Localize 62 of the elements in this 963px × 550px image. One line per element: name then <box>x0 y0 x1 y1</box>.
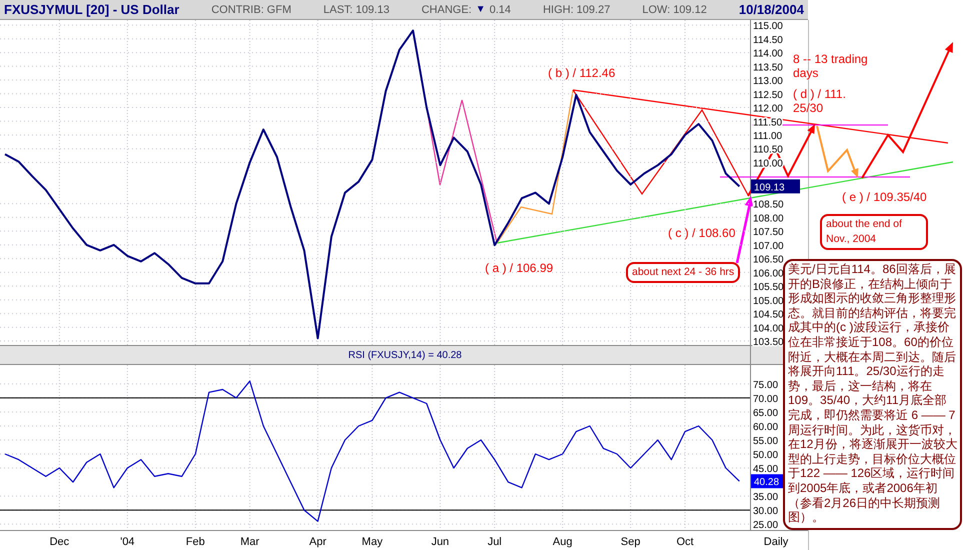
price-axis-label: 106.50 <box>753 254 784 266</box>
wave-label: ( b ) / 112.46 <box>548 66 616 80</box>
callout-note: about the end of Nov., 2004 <box>820 214 928 250</box>
change-label: CHANGE: <box>421 4 472 16</box>
wave-label: ( e ) / 109.35/40 <box>842 190 927 204</box>
price-axis-label: 104.00 <box>753 323 784 334</box>
month-label: Oct <box>676 536 694 548</box>
month-label: '04 <box>120 536 135 548</box>
change-value: 0.14 <box>490 4 511 16</box>
quote-field: LAST: 109.13 <box>323 4 390 16</box>
rsi-axis-label: 75.00 <box>753 380 778 391</box>
symbol-title: FXUSJYMUL [20] - US Dollar <box>4 2 180 17</box>
rsi-axis-label: 30.00 <box>753 506 778 518</box>
price-axis-label: 107.50 <box>753 227 784 238</box>
month-label: Jun <box>431 536 450 548</box>
quote-field: CONTRIB: GFM <box>211 4 292 16</box>
price-axis-label: 114.00 <box>753 48 783 60</box>
price-axis-label: 105.00 <box>753 296 784 307</box>
wave-label: 8 -- 13 trading days <box>793 52 869 80</box>
price-axis-label: 113.50 <box>753 62 783 74</box>
price-tag: 109.13 <box>751 179 800 194</box>
price-axis-label: 113.00 <box>753 76 783 88</box>
quote-field: LOW: 109.12 <box>642 4 707 16</box>
month-label: Aug <box>552 536 572 548</box>
price-axis-label: 103.50 <box>753 337 784 348</box>
commentary-note: 美元/日元自114。86回落后，展开的B浪修正，在结构上倾向于形成如图示的收敛三角形整理形态。就目前的结构评估，将要完成其中的(c )波段运行，承接价位在非常接近于108。60的价位附近，大概在本周二到达。随后将展开向111。25/30运行的走势，最后，这一结构，将在109。35/40，大约11月底全部完成，即仍然需要将近 6 —— 7 周运行时间。为此，这货币对，在12月份，将逐渐展开一波较大型的上行走势，目标价位大概位于122 —— 126区域，运行时间到2005年底，或者2006年初（参看2月26日的中长期预测图）。 <box>783 259 962 530</box>
down-arrow-icon: ▼ <box>476 4 486 15</box>
price-axis-label: 107.00 <box>753 240 784 252</box>
month-label: Mar <box>240 536 260 548</box>
price-axis-label: 105.50 <box>753 282 784 294</box>
price-axis-label: 111.00 <box>753 131 782 142</box>
rsi-axis-label: 70.00 <box>753 394 778 405</box>
price-axis-label: 108.00 <box>753 213 784 224</box>
price-axis-label: 115.00 <box>753 21 783 32</box>
month-label: Jul <box>488 536 502 548</box>
month-label: Sep <box>620 536 640 548</box>
wave-label: ( d ) / 111. 25/30 <box>793 87 847 115</box>
rsi-axis-label: 35.00 <box>753 492 778 504</box>
month-label: Feb <box>186 536 205 548</box>
wave-label: ( a ) / 106.99 <box>485 261 554 275</box>
period-label: Daily <box>764 536 788 548</box>
quote-field: HIGH: 109.27 <box>542 4 610 16</box>
price-axis-label: 114.50 <box>753 34 783 46</box>
price-axis-label: 112.00 <box>753 104 783 115</box>
rsi-axis-label: 25.00 <box>753 520 778 532</box>
month-label: Dec <box>50 536 70 548</box>
callout-note: about next 24 - 36 hrs <box>626 262 740 283</box>
rsi-axis-label: 65.00 <box>753 408 778 419</box>
rsi-axis-label: 60.00 <box>753 422 778 433</box>
price-axis-label: 112.50 <box>753 90 783 101</box>
rsi-axis-label: 50.00 <box>753 450 778 461</box>
rsi-axis-label: 45.00 <box>753 464 778 476</box>
chart-date: 10/18/2004 <box>738 2 804 17</box>
price-axis-label: 104.50 <box>753 310 784 321</box>
indicator-title: RSI (FXUSJY,14) = 40.28 <box>348 350 462 361</box>
wave-label: ( c ) / 108.60 <box>668 226 736 240</box>
pointer-arrow <box>736 196 754 264</box>
month-label: Apr <box>309 536 326 548</box>
price-axis-label: 108.50 <box>753 200 784 211</box>
price-axis-label: 106.00 <box>753 268 784 280</box>
rsi-axis-label: 55.00 <box>753 436 778 447</box>
month-label: May <box>362 536 383 548</box>
